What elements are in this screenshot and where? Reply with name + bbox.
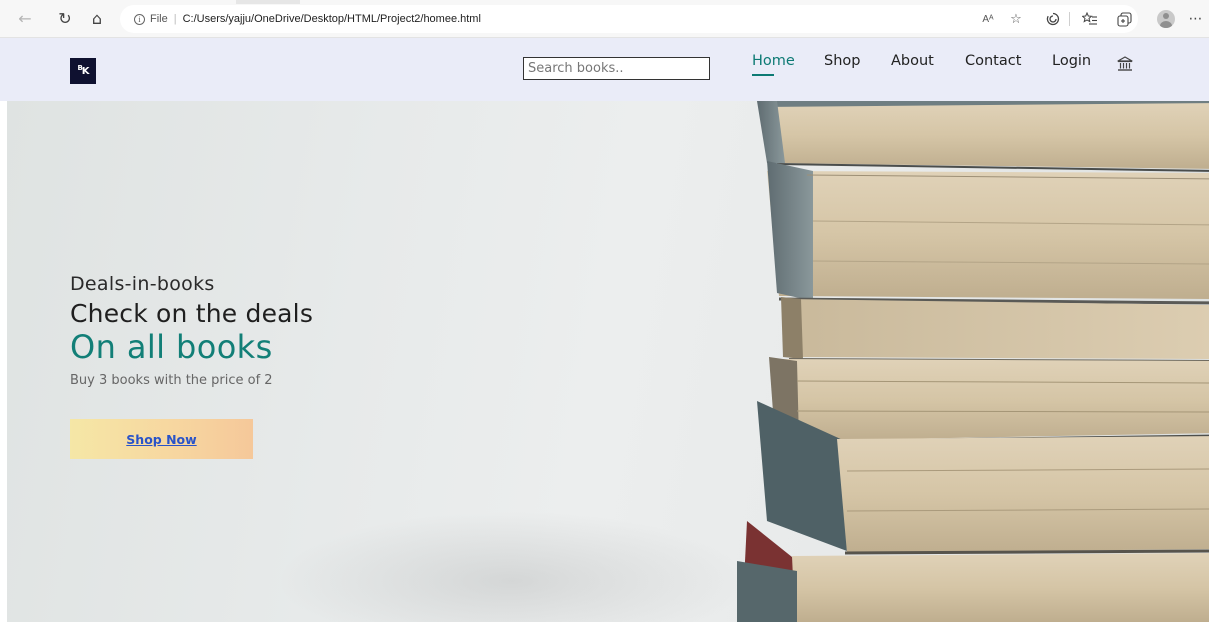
reload-icon[interactable]: ↻ [54, 9, 76, 29]
hero-headline: Check on the deals [70, 299, 314, 328]
site-logo[interactable]: BK [70, 58, 96, 84]
bank-icon[interactable] [1116, 55, 1134, 73]
browser-essentials-glyph [1046, 12, 1060, 26]
nav-login[interactable]: Login [1052, 53, 1091, 69]
hero-offer-text: Buy 3 books with the price of 2 [70, 373, 273, 388]
address-url[interactable]: C:/Users/yajju/OneDrive/Desktop/HTML/Pro… [183, 13, 481, 25]
home-icon[interactable]: ⌂ [86, 9, 108, 29]
profile-icon[interactable] [1156, 9, 1176, 29]
browser-toolbar: ← ↻ ⌂ i File | C:/Users/yajju/OneDrive/D… [0, 0, 1209, 38]
more-icon[interactable]: ⋯ [1185, 9, 1205, 29]
read-aloud-icon[interactable]: Aᴬ [978, 9, 998, 29]
collections-glyph [1116, 11, 1132, 27]
favorite-add-icon[interactable]: ☆ [1006, 9, 1026, 29]
hero-eyebrow: Deals-in-books [70, 273, 215, 295]
browser-essentials-icon[interactable] [1043, 9, 1063, 29]
nav-about[interactable]: About [891, 53, 934, 69]
shop-now-button[interactable]: Shop Now [70, 419, 253, 459]
site-header: BK Home Shop About Contact Login [0, 38, 1209, 101]
favorites-icon[interactable] [1080, 9, 1100, 29]
avatar [1157, 10, 1175, 28]
logo-sup: B [77, 64, 82, 72]
logo-main: K [81, 65, 90, 77]
nav-contact[interactable]: Contact [965, 53, 1021, 69]
info-icon[interactable]: i [134, 13, 145, 25]
back-arrow-icon[interactable]: ← [14, 9, 36, 29]
search-input[interactable] [523, 57, 710, 80]
hero-text-block: Deals-in-books Check on the deals On all… [70, 273, 313, 388]
nav-home[interactable]: Home [752, 53, 795, 76]
hero-banner: Deals-in-books Check on the deals On all… [7, 101, 1209, 622]
nav-shop[interactable]: Shop [824, 53, 860, 69]
toolbar-divider [1069, 12, 1070, 26]
address-separator: | [173, 13, 177, 25]
address-scheme: File [150, 13, 168, 25]
collections-icon[interactable] [1114, 9, 1134, 29]
active-tab-indicator [236, 0, 300, 4]
favorites-glyph [1082, 12, 1097, 25]
hero-accent-title: On all books [70, 328, 273, 366]
book-stack-image [737, 101, 1209, 622]
